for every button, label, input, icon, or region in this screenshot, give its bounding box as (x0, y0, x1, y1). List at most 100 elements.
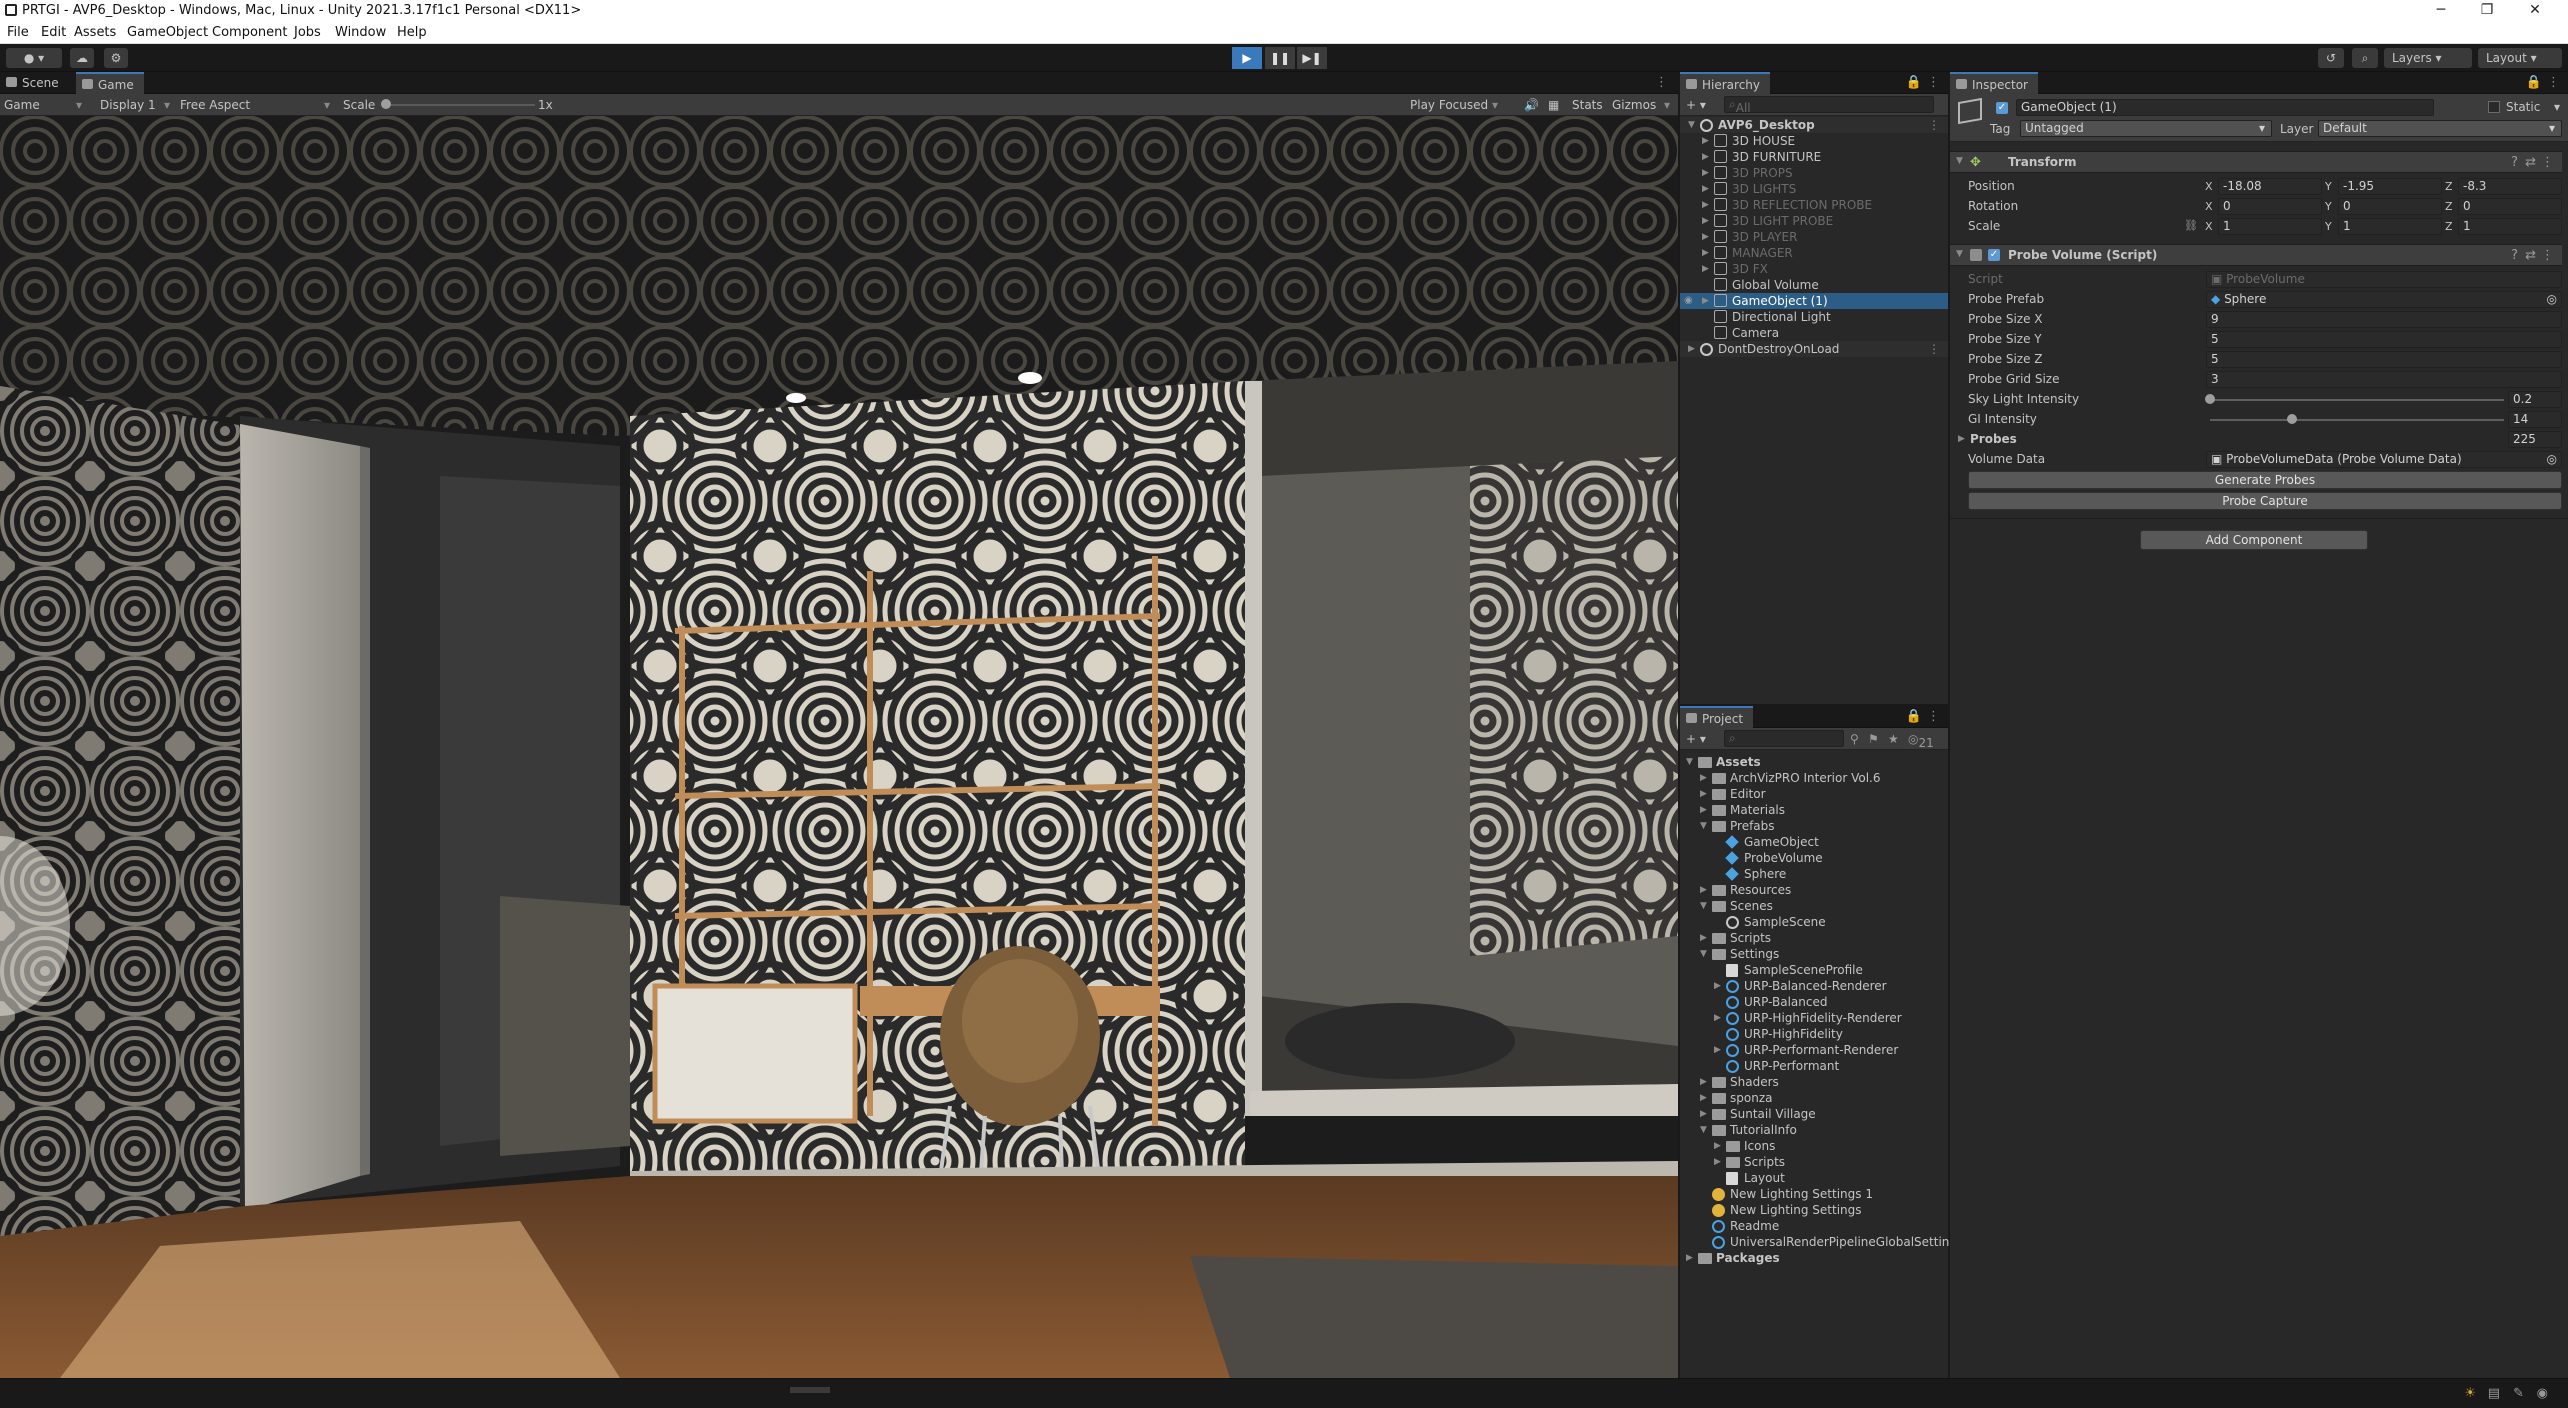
probe-grid-size-field[interactable]: 3 (2206, 371, 2562, 388)
expand-arrow-icon[interactable]: ▶ (1714, 1138, 1721, 1154)
menu-jobs[interactable]: Jobs (294, 25, 321, 40)
project-tree-item[interactable]: ▶ URP-Balanced-Renderer (1680, 978, 1948, 994)
sky-light-slider-handle[interactable] (2205, 394, 2215, 404)
maximize-button[interactable]: ❐ (2464, 0, 2510, 21)
create-asset-button[interactable]: + ▾ (1686, 732, 1706, 746)
menu-assets[interactable]: Assets (74, 25, 116, 40)
rotation-y-field[interactable]: 0 (2338, 198, 2442, 215)
layer-dropdown[interactable]: Default ▾ (2318, 120, 2562, 137)
static-checkbox[interactable] (2488, 101, 2500, 113)
hierarchy-item[interactable]: Camera (1680, 325, 1948, 341)
visibility-eye-icon[interactable]: ◉ (1684, 293, 1693, 309)
add-component-button[interactable]: Add Component (2140, 530, 2368, 550)
project-tree-item[interactable]: ▶ URP-HighFidelity-Renderer (1680, 1010, 1948, 1026)
constrain-proportions-icon[interactable]: ⛓ (2184, 219, 2198, 232)
sky-light-slider-track[interactable] (2210, 399, 2504, 401)
debug-icon[interactable]: ✎ (2513, 1386, 2524, 1401)
tab-project[interactable]: Project (1680, 706, 1754, 728)
expand-arrow-icon[interactable]: ▶ (1702, 197, 1709, 213)
menu-edit[interactable]: Edit (41, 25, 66, 40)
active-checkbox[interactable]: ✓ (1996, 102, 2008, 114)
search-by-label-icon[interactable]: ⚑ (1868, 732, 1879, 746)
scale-x-field[interactable]: 1 (2218, 218, 2322, 235)
hierarchy-item[interactable]: Directional Light (1680, 309, 1948, 325)
project-tree-item[interactable]: ▶ Packages (1680, 1250, 1948, 1266)
project-tree-item[interactable]: ▶ ArchVizPRO Interior Vol.6 (1680, 770, 1948, 786)
project-tree-item[interactable]: Sphere (1680, 866, 1948, 882)
expand-arrow-icon[interactable]: ▶ (1688, 341, 1695, 357)
expand-arrow-icon[interactable]: ▶ (1702, 245, 1709, 261)
project-tree-item[interactable]: Layout (1680, 1170, 1948, 1186)
layout-dropdown[interactable]: Layout ▾ (2478, 48, 2562, 68)
gi-slider-track[interactable] (2210, 419, 2504, 421)
expand-arrow-icon[interactable]: ▶ (1702, 181, 1709, 197)
project-tree-item[interactable]: URP-HighFidelity (1680, 1026, 1948, 1042)
probe-size-y-field[interactable]: 5 (2206, 331, 2562, 348)
play-icon[interactable]: ▶ (1232, 47, 1262, 69)
generate-probes-button[interactable]: Generate Probes (1968, 471, 2562, 489)
layers-dropdown[interactable]: Layers ▾ (2384, 48, 2472, 68)
collapse-arrow-icon[interactable]: ▼ (1956, 249, 1963, 259)
volume-data-field[interactable]: ▣ ProbeVolumeData (Probe Volume Data) ◎ (2206, 451, 2562, 468)
tag-dropdown[interactable]: Untagged ▾ (2020, 120, 2272, 137)
project-tree-item[interactable]: SampleScene (1680, 914, 1948, 930)
probes-count-field[interactable]: 225 (2508, 431, 2562, 448)
hierarchy-item[interactable]: ▶ 3D HOUSE (1680, 133, 1948, 149)
hierarchy-item[interactable]: ◉ ▶ GameObject (1) (1680, 293, 1948, 309)
account-dropdown[interactable]: ● ▾ (6, 48, 62, 68)
hierarchy-root-scene[interactable]: ▼ AVP6_Desktop ⋮ (1680, 117, 1948, 133)
lighting-icon[interactable]: ☀ (2464, 1386, 2476, 1401)
menu-window[interactable]: Window (335, 25, 386, 40)
probe-prefab-field[interactable]: ◆ Sphere ◎ (2206, 291, 2562, 308)
tab-scene[interactable]: Scene (0, 72, 69, 94)
expand-arrow-icon[interactable]: ▶ (1700, 1090, 1707, 1106)
search-by-type-icon[interactable]: ⚲ (1850, 732, 1859, 746)
panel-menu-icon[interactable]: ⋮ (1927, 75, 1940, 90)
close-button[interactable]: ✕ (2512, 0, 2558, 21)
sky-light-value[interactable]: 0.2 (2508, 391, 2562, 408)
expand-arrow-icon[interactable]: ▶ (1714, 978, 1721, 994)
panel-menu-icon[interactable]: ⋮ (1655, 75, 1668, 90)
collapse-arrow-icon[interactable]: ▼ (1688, 117, 1695, 133)
component-menu-icon[interactable]: ⋮ (2541, 248, 2554, 263)
gi-intensity-value[interactable]: 14 (2508, 411, 2562, 428)
scene-menu-icon[interactable]: ⋮ (1928, 117, 1940, 133)
panel-menu-icon[interactable]: ⋮ (1927, 709, 1940, 724)
expand-arrow-icon[interactable]: ▶ (1702, 213, 1709, 229)
project-tree-item[interactable]: GameObject (1680, 834, 1948, 850)
expand-arrow-icon[interactable]: ▶ (1686, 1250, 1693, 1266)
project-tree-item[interactable]: ▶ Scripts (1680, 1154, 1948, 1170)
hierarchy-search-input[interactable]: ⌕ All (1724, 96, 1934, 113)
expand-arrow-icon[interactable]: ▶ (1714, 1010, 1721, 1026)
game-viewport[interactable] (0, 116, 1678, 1378)
lock-icon[interactable]: 🔒 (1906, 709, 1922, 724)
stats-button[interactable]: Stats (1572, 98, 1603, 112)
expand-arrow-icon[interactable]: ▶ (1700, 1074, 1707, 1090)
tab-inspector[interactable]: Inspector (1950, 72, 2038, 94)
hierarchy-item[interactable]: ▶ 3D LIGHT PROBE (1680, 213, 1948, 229)
collab-icon[interactable]: ⚙ (104, 48, 128, 68)
probe-capture-button[interactable]: Probe Capture (1968, 492, 2562, 510)
preset-icon[interactable]: ⇄ (2525, 155, 2536, 170)
project-tree-item[interactable]: ▼ TutorialInfo (1680, 1122, 1948, 1138)
expand-arrow-icon[interactable]: ▶ (1714, 1154, 1721, 1170)
grid-icon[interactable]: ▦ (1548, 98, 1559, 112)
expand-arrow-icon[interactable]: ▶ (1700, 930, 1707, 946)
expand-arrow-icon[interactable]: ▶ (1958, 434, 1965, 444)
project-tree-item[interactable]: SampleSceneProfile (1680, 962, 1948, 978)
project-tree-item[interactable]: ▼ Settings (1680, 946, 1948, 962)
hierarchy-item[interactable]: ▶ MANAGER (1680, 245, 1948, 261)
expand-arrow-icon[interactable]: ▶ (1700, 1106, 1707, 1122)
expand-arrow-icon[interactable]: ▶ (1714, 1042, 1721, 1058)
favorite-icon[interactable]: ★ (1888, 732, 1899, 746)
rotation-z-field[interactable]: 0 (2458, 198, 2562, 215)
collapse-arrow-icon[interactable]: ▼ (1700, 818, 1707, 834)
play-mode-select[interactable]: Play Focused (1410, 98, 1488, 112)
expand-arrow-icon[interactable]: ▶ (1702, 261, 1709, 277)
search-icon[interactable]: ⌕ (2352, 48, 2378, 68)
tab-hierarchy[interactable]: Hierarchy (1680, 72, 1771, 94)
step-icon[interactable]: ▶❚ (1297, 47, 1327, 69)
menu-gameobject[interactable]: GameObject (127, 25, 208, 40)
project-tree-item[interactable]: ▶ Shaders (1680, 1074, 1948, 1090)
project-tree-item[interactable]: URP-Balanced (1680, 994, 1948, 1010)
